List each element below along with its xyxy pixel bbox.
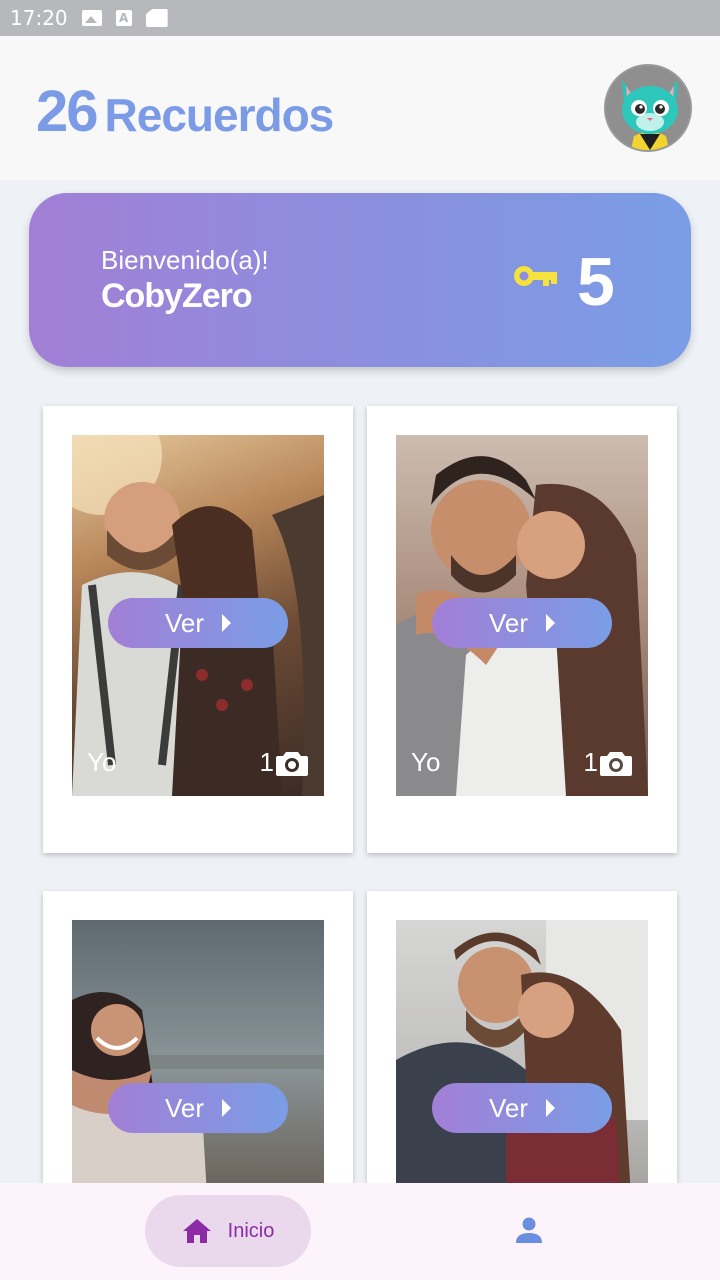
photo-count: 1 <box>584 747 632 778</box>
memory-owner: Yo <box>87 747 117 777</box>
sd-card-icon <box>145 9 168 27</box>
bottom-navigation: Inicio <box>0 1183 720 1280</box>
view-button-label: Ver <box>164 607 205 638</box>
status-bar: 17:20 A <box>0 0 720 36</box>
memory-card[interactable]: Ver Yo 1 <box>367 406 677 853</box>
home-icon <box>182 1219 211 1243</box>
keys-count: 5 <box>577 244 615 320</box>
photo-count: 1 <box>260 747 308 778</box>
avatar[interactable] <box>604 64 692 152</box>
view-button[interactable]: Ver <box>108 598 288 648</box>
nav-profile[interactable] <box>514 1215 544 1250</box>
image-icon <box>81 10 102 26</box>
app-bar: 26 Recuerdos <box>0 36 720 180</box>
nav-home-label: Inicio <box>227 1219 275 1242</box>
play-arrow-icon <box>222 614 232 632</box>
memory-card[interactable]: Ver Yo 1 <box>43 406 353 853</box>
welcome-greeting: Bienvenido(a)! <box>101 245 269 275</box>
font-icon: A <box>115 10 132 26</box>
nav-home[interactable]: Inicio <box>145 1195 311 1267</box>
memories-title: Recuerdos <box>104 89 335 141</box>
cat-avatar-icon <box>606 66 690 150</box>
memories-count: 26 <box>36 79 98 144</box>
welcome-banner: Bienvenido(a)! CobyZero 5 <box>29 193 691 367</box>
camera-icon <box>276 751 308 776</box>
person-icon <box>516 1217 542 1243</box>
view-button[interactable]: Ver <box>432 1083 612 1133</box>
status-time: 17:20 <box>10 6 68 30</box>
memory-card[interactable]: Ver <box>43 891 353 1280</box>
memory-photo: Ver Yo 1 <box>72 435 324 796</box>
view-button[interactable]: Ver <box>432 598 612 648</box>
page-title: 26 Recuerdos <box>36 78 335 145</box>
memory-owner: Yo <box>411 747 441 777</box>
view-button-label: Ver <box>488 1092 529 1123</box>
view-button[interactable]: Ver <box>108 1083 288 1133</box>
play-arrow-icon <box>546 614 556 632</box>
camera-icon <box>600 751 632 776</box>
photo-count-value: 1 <box>583 747 598 777</box>
play-arrow-icon <box>546 1099 556 1117</box>
key-icon <box>514 266 557 286</box>
memory-photo: Ver Yo 1 <box>396 435 648 796</box>
view-button-label: Ver <box>488 607 529 638</box>
memory-card[interactable]: Ver <box>367 891 677 1280</box>
username: CobyZero <box>101 277 253 315</box>
play-arrow-icon <box>222 1099 232 1117</box>
view-button-label: Ver <box>164 1092 205 1123</box>
photo-count-value: 1 <box>259 747 274 777</box>
